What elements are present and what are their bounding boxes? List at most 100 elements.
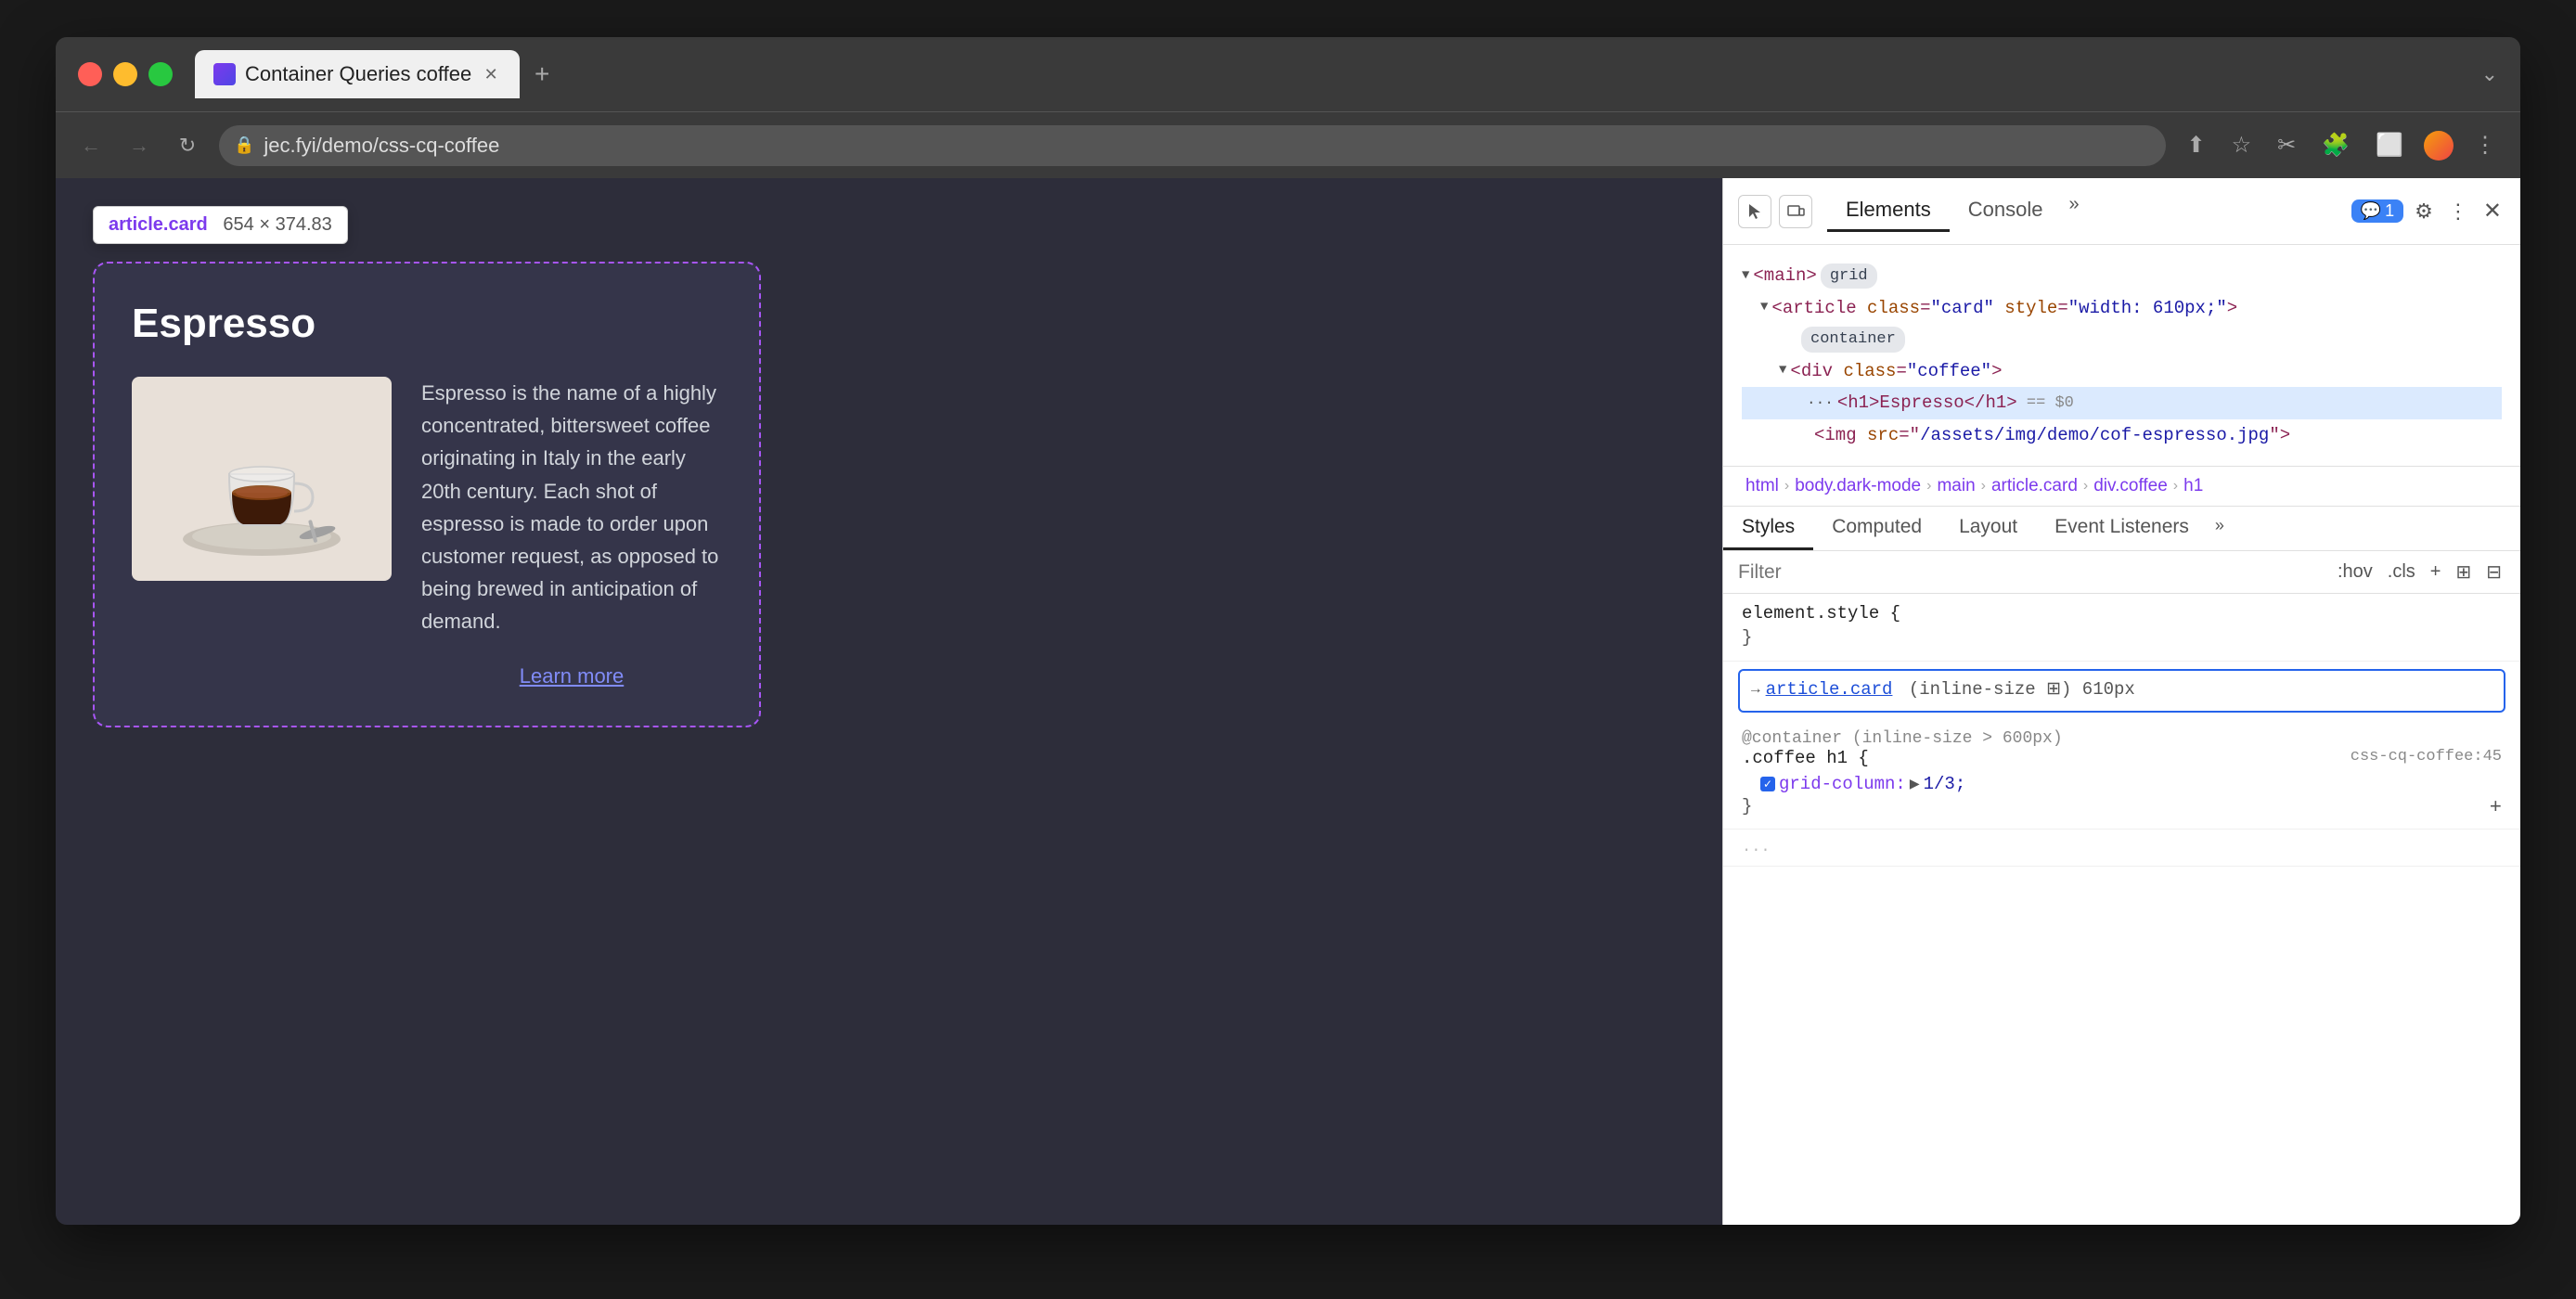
tab-label: Container Queries coffee xyxy=(245,62,471,86)
style-toggle-icon2[interactable]: ⊟ xyxy=(2482,559,2505,585)
toolbar-icons: ⬆ ☆ ✂ 🧩 ⬜ ⋮ xyxy=(2181,126,2502,164)
prop-name-grid: grid-column: xyxy=(1779,774,1906,794)
coffee-card: Espresso xyxy=(93,262,761,727)
tab-layout[interactable]: Layout xyxy=(1940,507,2036,550)
minimize-button[interactable] xyxy=(113,62,137,86)
filter-cls-button[interactable]: .cls xyxy=(2384,559,2419,585)
devtools-tabs: Elements Console » xyxy=(1827,190,2344,232)
bc-html[interactable]: html xyxy=(1742,474,1783,498)
img-tag: <img src="/assets/img/demo/cof-espresso.… xyxy=(1814,422,2290,449)
dom-tree: ▼ <main> grid ▼ <article class="card" st… xyxy=(1723,245,2520,467)
bookmark-icon[interactable]: ☆ xyxy=(2226,126,2258,164)
element-tooltip: article.card 654 × 374.83 xyxy=(93,206,348,244)
styles-more-button[interactable]: » xyxy=(2208,507,2232,550)
prop-expand[interactable]: ▶ xyxy=(1910,777,1920,792)
styles-content: element.style { } → article.card (inline… xyxy=(1723,594,2520,1225)
dom-line-main[interactable]: ▼ <main> grid xyxy=(1742,260,2502,292)
card-text-area: Espresso is the name of a highly concent… xyxy=(421,377,722,688)
tab-console[interactable]: Console xyxy=(1950,190,2062,232)
tooltip-dims: 654 × 374.83 xyxy=(223,214,331,235)
dom-line-img[interactable]: <img src="/assets/img/demo/cof-espresso.… xyxy=(1742,419,2502,452)
tab-favicon xyxy=(213,63,236,85)
cq-selector-link[interactable]: article.card xyxy=(1766,679,1893,700)
element-style-text: element.style { xyxy=(1742,603,1900,624)
url-text: jec.fyi/demo/css-cq-coffee xyxy=(264,134,2151,158)
card-title: Espresso xyxy=(132,301,722,347)
webpage-preview: article.card 654 × 374.83 Espresso xyxy=(56,178,1722,1225)
card-image xyxy=(132,377,392,581)
grid-column-prop: ✓ grid-column: ▶ 1/3; xyxy=(1742,772,2502,796)
active-tab[interactable]: Container Queries coffee ✕ xyxy=(195,50,520,98)
cursor-icon xyxy=(1745,202,1764,221)
bc-h1[interactable]: h1 xyxy=(2180,474,2207,498)
prop-value-grid: 1/3; xyxy=(1924,774,1966,794)
styles-filter-input[interactable] xyxy=(1738,561,2326,584)
devtools-close-button[interactable]: ✕ xyxy=(2479,194,2505,228)
learn-more-link[interactable]: Learn more xyxy=(421,664,722,688)
tab-elements[interactable]: Elements xyxy=(1827,190,1950,232)
card-inner: Espresso is the name of a highly concent… xyxy=(132,377,722,688)
console-badge[interactable]: 💬 1 xyxy=(2351,199,2403,223)
forward-button[interactable]: → xyxy=(122,129,156,162)
prop-checkbox[interactable]: ✓ xyxy=(1760,777,1775,791)
share-icon[interactable]: ⬆ xyxy=(2181,126,2210,164)
browser-window: Container Queries coffee ✕ + ⌄ ← → ↻ 🔒 j… xyxy=(56,37,2520,1225)
tab-styles[interactable]: Styles xyxy=(1723,507,1813,550)
breadcrumb: html › body.dark-mode › main › article.c… xyxy=(1723,467,2520,507)
css-file-ref: css-cq-coffee:45 xyxy=(2351,748,2502,768)
reload-button[interactable]: ↻ xyxy=(171,129,204,162)
img-src-link[interactable]: /assets/img/demo/cof-espresso.jpg xyxy=(1920,425,2269,445)
style-toggle-icon1[interactable]: ⊞ xyxy=(2452,559,2475,585)
maximize-button[interactable] xyxy=(148,62,173,86)
responsive-design-button[interactable] xyxy=(1779,195,1812,228)
more-tabs-button[interactable]: » xyxy=(2061,190,2086,232)
element-style-selector: element.style { xyxy=(1742,603,2502,624)
close-button[interactable] xyxy=(78,62,102,86)
responsive-icon xyxy=(1786,202,1805,221)
devtools-settings-button[interactable]: ⚙ xyxy=(2411,196,2437,227)
extension-icon[interactable]: 🧩 xyxy=(2316,126,2355,164)
address-field[interactable]: 🔒 jec.fyi/demo/css-cq-coffee xyxy=(219,125,2166,166)
devtools-menu-button[interactable]: ⋮ xyxy=(2444,196,2472,227)
tooltip-class: article.card xyxy=(109,214,208,235)
tab-computed[interactable]: Computed xyxy=(1813,507,1940,550)
rule-footer: } + xyxy=(1742,796,2502,819)
cut-icon[interactable]: ✂ xyxy=(2272,126,2301,164)
traffic-lights xyxy=(78,62,173,86)
tab-close-button[interactable]: ✕ xyxy=(481,64,501,84)
menu-icon[interactable]: ⋮ xyxy=(2468,126,2502,164)
window-chevron: ⌄ xyxy=(2481,62,2498,86)
add-property-button[interactable]: + xyxy=(2490,796,2502,819)
tab-event-listeners[interactable]: Event Listeners xyxy=(2036,507,2208,550)
filter-actions: :hov .cls + ⊞ ⊟ xyxy=(2334,559,2505,585)
filter-hov-button[interactable]: :hov xyxy=(2334,559,2376,585)
coffee-h1-rule: .coffee h1 { css-cq-coffee:45 xyxy=(1742,748,2502,768)
cq-condition: (inline-size ⊞) 610px xyxy=(1898,678,2134,700)
back-button[interactable]: ← xyxy=(74,129,108,162)
bc-main[interactable]: main xyxy=(1933,474,1978,498)
container-query-rule: → article.card (inline-size ⊞) 610px xyxy=(1738,669,2505,713)
grid-badge: grid xyxy=(1821,264,1877,289)
sidebar-icon[interactable]: ⬜ xyxy=(2370,126,2409,164)
coffee-h1-selector: .coffee h1 { xyxy=(1742,748,1869,768)
new-tab-button[interactable]: + xyxy=(523,56,560,93)
bc-div[interactable]: div.coffee xyxy=(2090,474,2171,498)
devtools-header: Elements Console » 💬 1 ⚙ ⋮ ✕ xyxy=(1723,178,2520,245)
rule-close-bracket: } xyxy=(1742,796,1752,819)
bc-article[interactable]: article.card xyxy=(1988,474,2081,498)
dom-line-article[interactable]: ▼ <article class="card" style="width: 61… xyxy=(1742,292,2502,325)
inspect-element-button[interactable] xyxy=(1738,195,1771,228)
lock-icon: 🔒 xyxy=(234,135,254,155)
main-tag: <main> xyxy=(1753,263,1816,289)
bc-body[interactable]: body.dark-mode xyxy=(1791,474,1925,498)
dom-line-h1[interactable]: ··· <h1>Espresso</h1> == $0 xyxy=(1742,387,2502,419)
more-rules-partial: ... xyxy=(1723,830,2520,867)
devtools-panel: Elements Console » 💬 1 ⚙ ⋮ ✕ ▼ <main> xyxy=(1722,178,2520,1225)
profile-avatar[interactable] xyxy=(2424,131,2454,161)
dom-line-div[interactable]: ▼ <div class="coffee"> xyxy=(1742,355,2502,388)
at-container-rule: @container (inline-size > 600px) .coffee… xyxy=(1723,720,2520,830)
dom-line-container-badge: container xyxy=(1742,324,2502,355)
filter-plus-button[interactable]: + xyxy=(2427,559,2445,585)
tab-bar: Container Queries coffee ✕ + xyxy=(195,50,2467,98)
address-bar: ← → ↻ 🔒 jec.fyi/demo/css-cq-coffee ⬆ ☆ ✂… xyxy=(56,111,2520,178)
